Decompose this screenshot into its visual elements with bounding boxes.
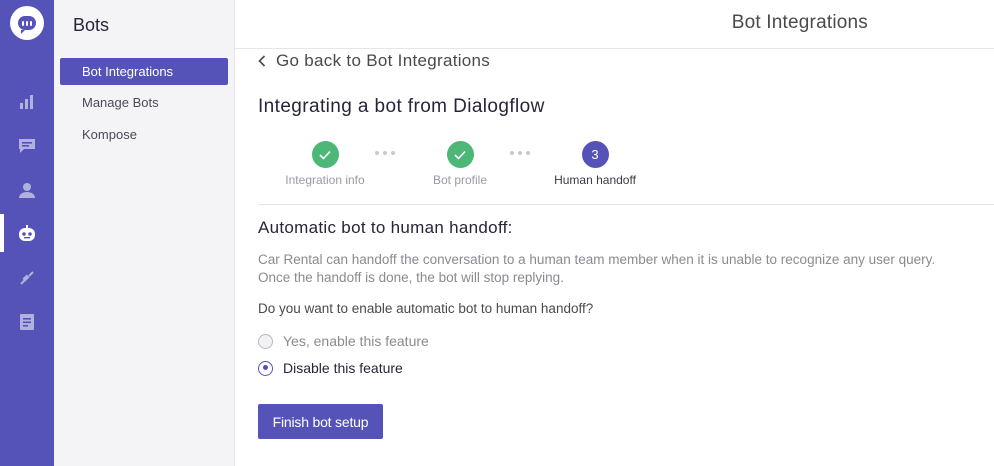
icon-rail [0,0,54,466]
option-enable[interactable]: Yes, enable this feature [258,333,429,349]
check-icon [446,141,474,168]
bots-sidebar: Bots Bot Integrations Manage Bots Kompos… [54,0,235,466]
sidebar-item-kompose[interactable]: Kompose [60,121,228,148]
users-icon[interactable] [17,180,37,200]
sidebar-item-manage-bots[interactable]: Manage Bots [60,89,228,116]
step-integration-info: Integration info [265,141,385,187]
back-link[interactable]: Go back to Bot Integrations [258,51,490,71]
step-connector [375,151,395,155]
radio-disable[interactable] [258,360,273,376]
chevron-left-icon [258,55,266,67]
finish-bot-setup-button[interactable]: Finish bot setup [258,404,383,439]
divider [258,204,994,205]
description-line: Once the handoff is done, the bot will s… [258,270,564,285]
chat-logo-icon[interactable] [10,6,44,40]
integrations-icon[interactable] [17,268,37,288]
step-human-handoff: 3 Human handoff [535,141,655,187]
step-number: 3 [581,141,609,168]
option-disable-label: Disable this feature [283,360,403,376]
handoff-question: Do you want to enable automatic bot to h… [258,301,594,316]
check-icon [311,141,339,168]
step-connector [510,151,530,155]
section-title: Automatic bot to human handoff: [258,218,513,237]
bot-icon[interactable] [17,224,37,244]
document-icon[interactable] [17,312,37,332]
step-bot-profile: Bot profile [400,141,520,187]
sidebar-title: Bots [73,15,110,35]
conversations-icon[interactable] [17,136,37,156]
description-line: Car Rental can handoff the conversation … [258,252,936,267]
radio-enable[interactable] [258,333,273,349]
step-label: Bot profile [432,173,488,187]
option-enable-label: Yes, enable this feature [283,333,429,349]
handoff-description: Car Rental can handoff the conversation … [258,251,978,287]
back-link-label: Go back to Bot Integrations [276,51,491,70]
sidebar-item-bot-integrations[interactable]: Bot Integrations [60,58,228,85]
option-disable[interactable]: Disable this feature [258,360,403,376]
page-title: Integrating a bot from Dialogflow [258,96,545,117]
step-label: Human handoff [554,173,636,187]
page-header: Bot Integrations [235,0,994,49]
bar-chart-icon[interactable] [17,92,37,112]
header-title: Bot Integrations [731,12,868,33]
rail-active-indicator [0,214,4,252]
step-label: Integration info [285,173,365,187]
